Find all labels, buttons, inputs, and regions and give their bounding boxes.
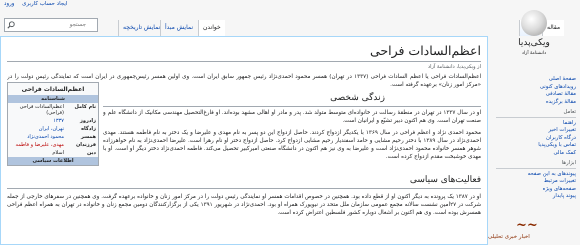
infobox-value-link[interactable]: ۱۳۳۷ [10,118,64,124]
infobox-value-link[interactable]: مهدی، علیرضا و فاطمه [10,142,64,148]
infobox-row: زادگاه تهران، ایران [8,125,98,133]
sidebar-item-special-pages[interactable]: صفحه‌های ویژه [496,186,576,194]
infobox-key: فرزندان [75,142,96,148]
infobox-value: اسلام [52,150,64,156]
infobox: اعظم‌السادات فراحی شناسنامه نام کامل اعظم… [7,82,99,166]
page-title: اعظم‌السادات فراحی [369,43,481,58]
infobox-key: همسر [80,134,96,140]
sidebar-item-help[interactable]: راهنما [496,120,576,128]
infobox-row: دین اسلام [8,149,98,157]
title-divider [7,61,481,62]
sidebar-item-main-page[interactable]: صفحهٔ اصلی [496,76,576,84]
lead-paragraph: اعظم‌السادات فراحی یا اعظم السادات فراحی… [7,74,481,88]
personal-tools-bar: ایجاد حساب کاربری ورود [0,0,580,12]
sidebar-item-random[interactable]: مقالهٔ تصادفی [496,91,576,99]
watermark: ~~ اخبار خبری تحلیلی [486,218,580,245]
search-box [4,18,98,32]
personal-links: ایجاد حساب کاربری ورود [4,1,73,7]
infobox-row: همسر محمود احمدی‌نژاد [8,133,98,141]
sidebar-item-recent-changes[interactable]: تغییرات اخیر [496,127,576,135]
search-input[interactable] [5,19,89,31]
infobox-key: زادگاه [81,126,96,132]
infobox-key: زادروز [79,118,96,124]
infobox-row: نام کامل اعظم‌السادات فراحی (فراحی) [8,103,98,117]
paragraph: محمود احمدی نژاد و اعظم فراحی در سال ۱۳۶… [103,130,481,160]
sidebar-item-donate[interactable]: کمک مالی [496,150,577,158]
logo-wordmark: ویکی‌پدیا [518,38,550,48]
create-account-link[interactable]: ایجاد حساب کاربری [22,1,67,7]
infobox-footer: اطلاعات سیاسی [8,157,98,165]
wikipedia-globe-icon [521,10,547,36]
tabs-row: نمایش تاریخچه نمایش مبدأ خواندن بحث مقال… [0,12,580,37]
sidebar: ویکی‌پدیا دانشنامهٔ آزاد صفحهٔ اصلی روید… [488,10,580,245]
section-heading-personal-life: زندگی شخصی [330,93,385,103]
sidebar-heading-tools: ابزارها [496,160,576,169]
sidebar-item-featured[interactable]: مقالهٔ برگزیده [496,99,576,107]
infobox-key: نام کامل [74,104,96,110]
sidebar-heading-interaction: تعامل [496,109,576,118]
section-divider [103,106,481,107]
infobox-value: اعظم‌السادات فراحی (فراحی) [19,104,64,116]
paragraph: او در سال ۱۳۳۷ در تهران در منطقهٔ رسالت … [103,110,481,124]
login-link[interactable]: ورود [4,1,14,7]
logo-tagline: دانشنامهٔ آزاد [521,51,547,56]
sidebar-item-community[interactable]: درگاه کاربران [496,135,576,143]
sidebar-item-current-events[interactable]: رویدادهای کنونی [496,84,576,92]
infobox-value-link[interactable]: محمود احمدی‌نژاد [10,134,64,140]
sidebar-item-what-links-here[interactable]: پیوندهای به این صفحه [496,171,576,179]
infobox-row: زادروز ۱۳۳۷ [8,117,98,125]
section-heading-political-activities: فعالیت‌های سیاسی [409,175,481,185]
watermark-text: اخبار خبری تحلیلی [488,234,530,240]
site-subtitle: از ویکی‌پدیا، دانشنامهٔ آزاد [427,64,481,70]
tab-history[interactable]: نمایش تاریخچه [118,20,165,36]
article-content: اعظم‌السادات فراحی از ویکی‌پدیا، دانشنام… [0,36,488,245]
sidebar-item-related-changes[interactable]: تغییرات مرتبط [496,178,576,186]
sidebar-item-contact[interactable]: تماس با ویکی‌پدیا [496,142,576,150]
infobox-section-head: شناسنامه [8,95,98,103]
main-navigation: صفحهٔ اصلی رویدادهای کنونی مقالهٔ تصادفی… [496,76,576,201]
search-icon[interactable] [7,21,15,29]
tab-view-source[interactable]: نمایش مبدأ [160,20,198,36]
tab-read[interactable]: خواندن [198,20,225,36]
paragraph: او در ۱۳۸۷ یک پرونده به دیگر اکنون او از… [7,194,481,216]
site-logo[interactable]: ویکی‌پدیا دانشنامهٔ آزاد [502,10,566,70]
sidebar-item-permanent-link[interactable]: پیوند پایدار [496,193,576,201]
watermark-logo-icon: ~~ [516,218,538,233]
infobox-key: دین [87,150,96,156]
section-divider [7,188,481,189]
infobox-row: فرزندان مهدی، علیرضا و فاطمه [8,141,98,149]
infobox-value-link[interactable]: تهران، ایران [10,126,64,132]
